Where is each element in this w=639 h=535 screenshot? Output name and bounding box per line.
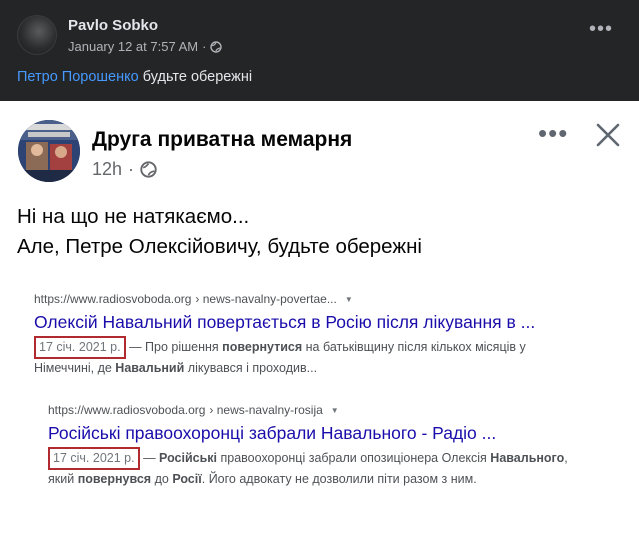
snippet-bold: Російські <box>159 451 218 465</box>
post-message: будьте обережні <box>142 69 253 85</box>
close-icon <box>596 123 620 147</box>
shared-meta: 12h · <box>92 159 157 180</box>
snippet-text: Про рішення <box>145 340 223 354</box>
page-avatar-image <box>18 120 80 182</box>
author-name[interactable]: Pavlo Sobko <box>68 17 158 34</box>
search-result-2: https://www.radiosvoboda.org › news-nava… <box>48 403 568 489</box>
shared-separator: · <box>128 159 135 179</box>
snippet-bold: Навального <box>490 451 565 465</box>
shared-more-icon: ••• <box>538 118 569 148</box>
shared-body-line1: Ні на що не натякаємо... <box>17 205 250 228</box>
snippet-text: на батьківщину після кількох місяців у <box>302 340 526 354</box>
snippet-text: до <box>151 472 173 486</box>
meta-separator: · <box>202 39 207 54</box>
shared-body-line2: Але, Петре Олексійовичу, будьте обережні <box>17 235 422 258</box>
result-title: Олексій Навальний повертається в Росію п… <box>34 312 536 332</box>
snippet-bold: Навальний <box>115 361 185 375</box>
dropdown-triangle-icon: ▼ <box>330 405 339 415</box>
globe-icon <box>140 161 157 178</box>
post-timestamp[interactable]: January 12 at 7:57 AM <box>68 39 198 54</box>
result-url: https://www.radiosvoboda.org › news-nava… <box>48 403 568 417</box>
mention-link[interactable]: Петро Порошенко <box>17 69 139 85</box>
result-date: 17 січ. 2021 р. <box>48 447 140 470</box>
post-meta: January 12 at 7:57 AM · <box>68 39 223 54</box>
snippet-text: Німеччині, де <box>34 361 116 375</box>
result-domain: https://www.radiosvoboda.org <box>48 403 206 417</box>
snippet-bold: повернувся <box>77 472 152 486</box>
result-path: › news-navalny-rosija <box>209 403 323 417</box>
snippet-text: який <box>48 472 78 486</box>
shared-time[interactable]: 12h <box>92 159 122 180</box>
result-title: Російські правоохоронці забрали Навально… <box>48 423 497 443</box>
result-date: 17 січ. 2021 р. <box>34 336 126 359</box>
post-text: Петро Порошенко будьте обережні <box>17 69 252 85</box>
author-avatar[interactable] <box>17 15 57 55</box>
post-more-button[interactable]: ••• <box>588 19 614 46</box>
result-domain: https://www.radiosvoboda.org <box>34 292 192 306</box>
post-header: Pavlo Sobko January 12 at 7:57 AM · ••• … <box>0 0 639 101</box>
shared-screenshot[interactable]: Друга приватна мемарня 12h · ••• Ні на щ… <box>0 101 639 535</box>
result-dash: — <box>129 340 142 354</box>
search-result-1: https://www.radiosvoboda.org › news-nava… <box>34 292 535 378</box>
snippet-text: . Його адвокату не дозволили піти разом … <box>201 472 477 486</box>
result-dash: — <box>143 451 156 465</box>
snippet-bold: Росії <box>172 472 202 486</box>
snippet-text: лікувався і проходив... <box>184 361 318 375</box>
snippet-text: , <box>564 451 568 465</box>
result-snippet: 17 січ. 2021 р. — Про рішення повернутис… <box>34 336 535 378</box>
page-name[interactable]: Друга приватна мемарня <box>92 128 352 152</box>
result-url: https://www.radiosvoboda.org › news-nava… <box>34 292 535 306</box>
page-avatar <box>18 120 80 182</box>
snippet-bold: повернутися <box>222 340 303 354</box>
result-path: › news-navalny-povertae... <box>195 292 337 306</box>
shared-body: Ні на що не натякаємо... Але, Петре Олек… <box>17 202 422 262</box>
result-snippet: 17 січ. 2021 р. — Російські правоохоронц… <box>48 447 568 489</box>
snippet-text: правоохоронці забрали опозиціонера Олекс… <box>217 451 491 465</box>
globe-icon[interactable] <box>210 40 223 53</box>
dropdown-triangle-icon: ▼ <box>344 294 353 304</box>
